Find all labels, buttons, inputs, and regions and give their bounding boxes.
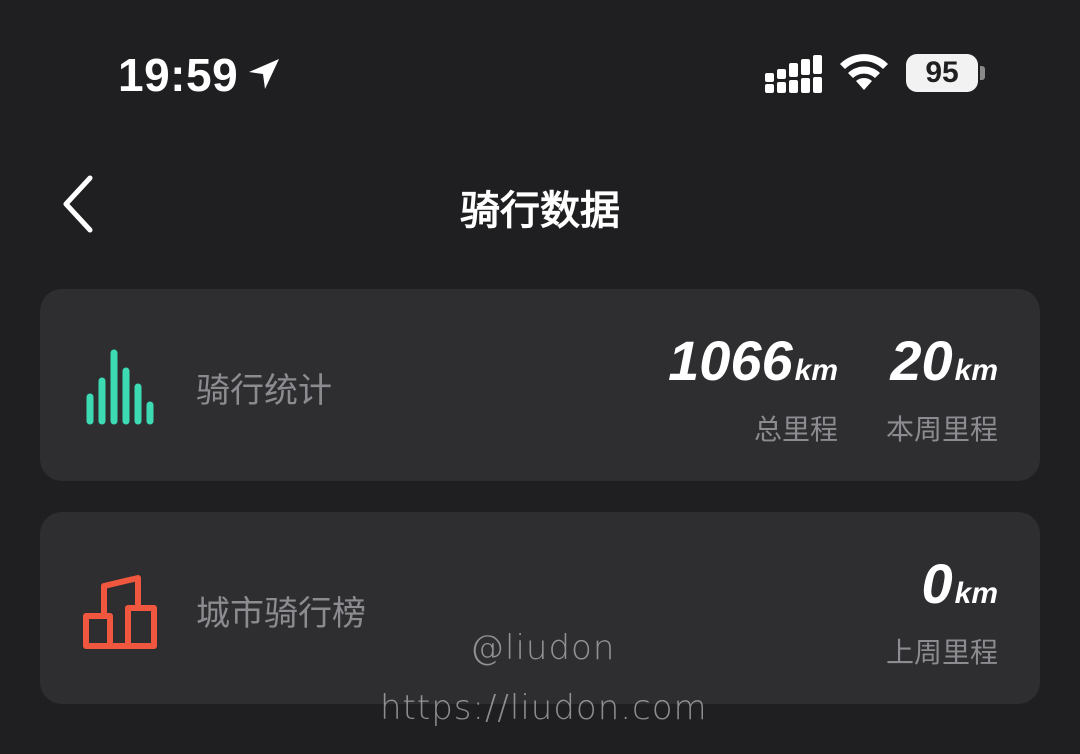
total-distance: 1066km 总里程 xyxy=(668,331,838,448)
last-week-distance-unit: km xyxy=(954,577,998,610)
battery-icon: 95 xyxy=(906,54,978,92)
status-time: 19:59 xyxy=(118,49,239,101)
total-distance-caption: 总里程 xyxy=(753,413,838,446)
total-distance-unit: km xyxy=(794,354,838,387)
week-distance-unit: km xyxy=(954,354,998,387)
week-distance: 20km 本周里程 xyxy=(886,331,998,448)
battery-tip xyxy=(980,66,985,80)
watermark-url: https://liudon.com xyxy=(380,688,708,728)
wifi-icon xyxy=(840,54,888,90)
city-ranking-card[interactable]: 城市骑行榜 0km 上周里程 xyxy=(40,512,1040,704)
watermark-handle: @liudon xyxy=(470,628,616,668)
city-podium-icon xyxy=(83,575,157,649)
page-title: 骑行数据 xyxy=(460,188,620,234)
city-ranking-label: 城市骑行榜 xyxy=(196,594,366,634)
location-arrow-icon xyxy=(249,59,279,89)
last-week-distance-caption: 上周里程 xyxy=(885,636,998,669)
last-week-distance-value: 0 xyxy=(921,552,953,615)
riding-stats-label: 骑行统计 xyxy=(196,371,332,411)
bar-chart-icon xyxy=(86,349,154,425)
week-distance-caption: 本周里程 xyxy=(885,413,998,446)
status-bar: 19:59 95 xyxy=(0,0,1080,140)
total-distance-value: 1066 xyxy=(668,329,793,392)
signal-icon xyxy=(765,55,822,93)
week-distance-value: 20 xyxy=(890,329,953,392)
riding-stats-card[interactable]: 骑行统计 1066km 总里程 20km 本周里程 xyxy=(40,289,1040,481)
last-week-distance: 0km 上周里程 xyxy=(886,554,998,671)
